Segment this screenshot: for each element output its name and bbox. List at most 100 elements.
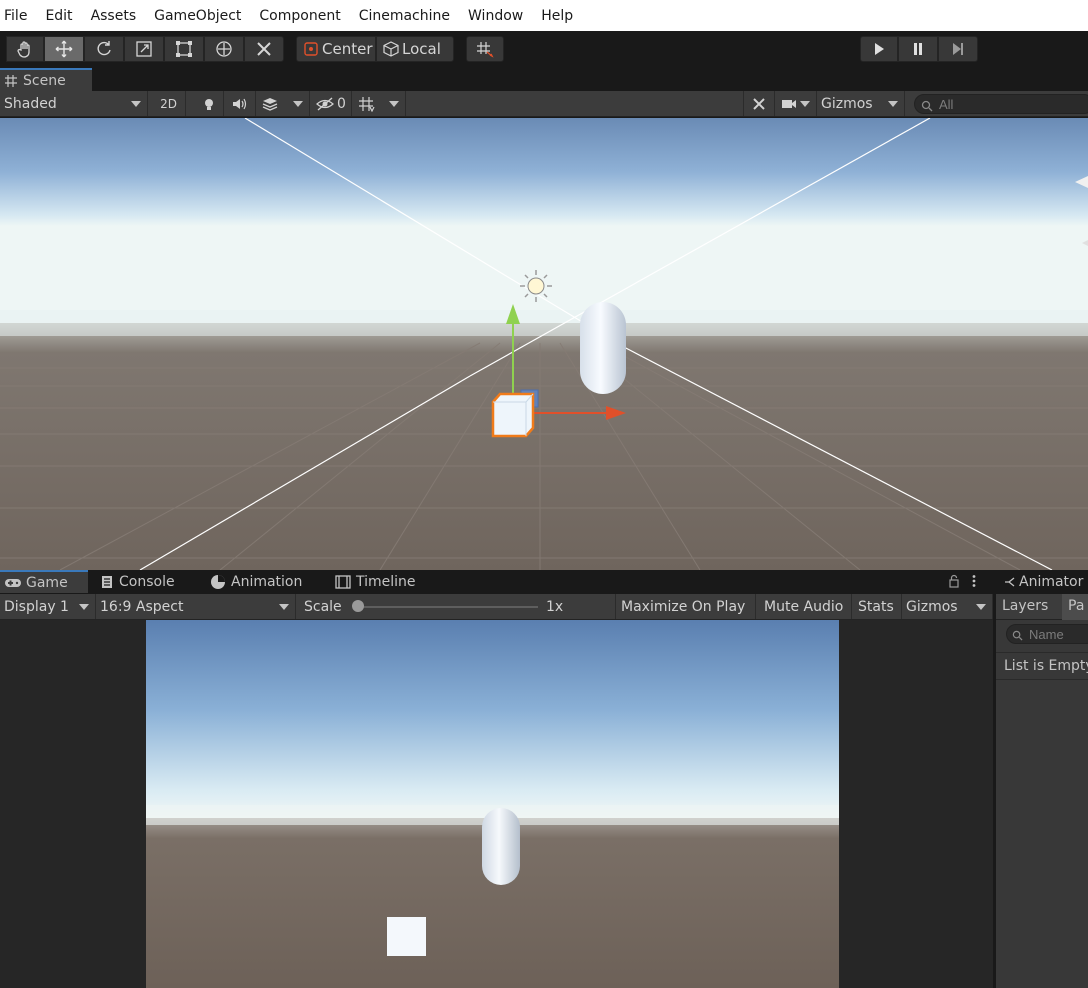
menu-cinemachine[interactable]: Cinemachine bbox=[359, 8, 450, 24]
pivot-label: Center bbox=[322, 40, 373, 58]
effects-dropdown[interactable] bbox=[256, 91, 310, 116]
play-button[interactable] bbox=[860, 36, 898, 62]
pivot-center-icon bbox=[304, 42, 318, 56]
game-gizmos-dropdown[interactable]: Gizmos bbox=[902, 594, 993, 619]
tab-scene[interactable]: Scene bbox=[0, 68, 92, 91]
custom-tool-button[interactable] bbox=[244, 36, 284, 62]
pivot-toggle-button[interactable]: Center bbox=[296, 36, 376, 62]
pause-icon bbox=[914, 43, 922, 55]
camera-dropdown[interactable] bbox=[775, 91, 817, 116]
tab-game-label: Game bbox=[26, 574, 68, 591]
console-icon bbox=[102, 575, 112, 588]
scene-tabbar: Scene bbox=[0, 68, 1088, 91]
aspect-dropdown[interactable]: 16:9 Aspect bbox=[96, 594, 296, 619]
subtab-layers[interactable]: Layers bbox=[1002, 598, 1048, 614]
camera-icon bbox=[782, 99, 796, 108]
mute-label: Mute Audio bbox=[764, 598, 844, 615]
gizmos-dropdown[interactable]: Gizmos bbox=[817, 91, 905, 116]
play-icon bbox=[875, 43, 884, 55]
scale-slider-thumb[interactable] bbox=[352, 600, 364, 612]
tab-animation[interactable]: Animation bbox=[206, 570, 326, 593]
animation-icon bbox=[211, 574, 225, 589]
draw-mode-dropdown[interactable]: Shaded bbox=[0, 91, 148, 116]
menu-component[interactable]: Component bbox=[259, 8, 340, 24]
animator-empty-text: List is Empty bbox=[996, 652, 1088, 680]
layers-icon bbox=[262, 97, 278, 111]
menu-assets[interactable]: Assets bbox=[91, 8, 137, 24]
space-toggle-button[interactable]: Local bbox=[376, 36, 454, 62]
stats-label: Stats bbox=[858, 598, 894, 615]
animator-icon bbox=[1005, 577, 1015, 587]
grid-visibility-dropdown[interactable] bbox=[354, 91, 406, 116]
transform-tool-button[interactable] bbox=[204, 36, 244, 62]
space-label: Local bbox=[402, 40, 441, 58]
display-dropdown[interactable]: Display 1 bbox=[0, 594, 96, 619]
transform-icon bbox=[216, 41, 232, 57]
tab-animation-label: Animation bbox=[231, 573, 303, 590]
capsule-object bbox=[580, 302, 626, 394]
grid-snap-button[interactable] bbox=[466, 36, 504, 62]
game-canvas[interactable] bbox=[146, 620, 839, 988]
scale-control: Scale 1x bbox=[296, 594, 616, 619]
main-toolbar: Center Local bbox=[0, 31, 1088, 68]
aspect-label: 16:9 Aspect bbox=[100, 598, 184, 615]
hidden-count: 0 bbox=[337, 95, 346, 112]
gizmos-label: Gizmos bbox=[821, 95, 873, 112]
step-icon bbox=[953, 43, 963, 55]
scene-toolbar: Shaded 2D 0 Gizmos bbox=[0, 91, 1088, 117]
scene-search-input[interactable] bbox=[914, 94, 1088, 114]
move-tool-button[interactable] bbox=[44, 36, 84, 62]
menu-help[interactable]: Help bbox=[541, 8, 573, 24]
scale-slider-track[interactable] bbox=[358, 606, 538, 608]
mode-2d-button[interactable]: 2D bbox=[152, 91, 186, 116]
game-gizmos-label: Gizmos bbox=[906, 598, 958, 615]
scene-render bbox=[0, 118, 1088, 570]
tab-timeline[interactable]: Timeline bbox=[331, 570, 441, 593]
menu-gameobject[interactable]: GameObject bbox=[154, 8, 241, 24]
animator-search-icon bbox=[1012, 630, 1023, 641]
scale-tool-button[interactable] bbox=[124, 36, 164, 62]
bottom-tabbar: Game Console Animation Timeline bbox=[0, 570, 993, 593]
grid-snap-icon bbox=[477, 42, 494, 58]
tools-button[interactable] bbox=[743, 91, 775, 116]
pause-button[interactable] bbox=[898, 36, 938, 62]
subtab-parameters[interactable]: Pa bbox=[1062, 594, 1088, 620]
tab-animator[interactable]: Animator bbox=[996, 570, 1088, 594]
game-view bbox=[0, 620, 993, 988]
rect-tool-button[interactable] bbox=[164, 36, 204, 62]
more-options-icon[interactable] bbox=[970, 574, 978, 588]
gamepad-icon bbox=[5, 578, 21, 587]
tab-game[interactable]: Game bbox=[0, 570, 88, 593]
stats-button[interactable]: Stats bbox=[852, 594, 902, 619]
rect-icon bbox=[176, 41, 192, 57]
rotate-icon bbox=[97, 41, 111, 56]
mute-audio-button[interactable]: Mute Audio bbox=[756, 594, 852, 619]
animator-subtabs: Layers Pa bbox=[996, 594, 1088, 620]
eye-slash-icon bbox=[316, 96, 334, 111]
local-cube-icon bbox=[383, 41, 399, 57]
game-toolbar: Display 1 16:9 Aspect Scale 1x Maximize … bbox=[0, 594, 993, 620]
maximize-on-play-button[interactable]: Maximize On Play bbox=[616, 594, 756, 619]
menu-edit[interactable]: Edit bbox=[45, 8, 72, 24]
custom-tool-icon bbox=[257, 42, 271, 56]
step-button[interactable] bbox=[938, 36, 978, 62]
audio-button[interactable] bbox=[224, 91, 256, 116]
scale-icon bbox=[136, 41, 152, 57]
grid-toggle-icon bbox=[359, 96, 375, 112]
move-icon bbox=[55, 40, 73, 58]
hand-tool-button[interactable] bbox=[6, 36, 44, 62]
scene-viewport[interactable] bbox=[0, 118, 1088, 570]
tab-console[interactable]: Console bbox=[96, 570, 200, 593]
tab-scene-label: Scene bbox=[23, 72, 66, 89]
menu-bar: File Edit Assets GameObject Component Ci… bbox=[0, 0, 1088, 31]
rotate-tool-button[interactable] bbox=[84, 36, 124, 62]
lighting-button[interactable] bbox=[194, 91, 224, 116]
speaker-icon bbox=[232, 98, 246, 109]
hidden-objects-button[interactable]: 0 bbox=[312, 91, 352, 116]
menu-file[interactable]: File bbox=[4, 8, 27, 24]
menu-window[interactable]: Window bbox=[468, 8, 523, 24]
tab-animator-label: Animator bbox=[1019, 574, 1084, 590]
lock-icon[interactable] bbox=[948, 574, 960, 588]
grid-icon bbox=[5, 74, 17, 87]
animator-panel: Animator Layers Pa List is Empty bbox=[993, 570, 1088, 988]
